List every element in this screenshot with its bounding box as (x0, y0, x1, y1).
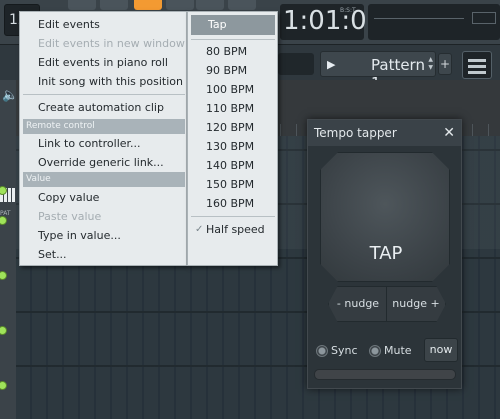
now-button[interactable]: now (424, 338, 458, 362)
playlist-icon-bar (468, 71, 486, 74)
menu-separator (191, 39, 275, 40)
submenu-item-130-bpm[interactable]: 130 BPM (206, 138, 254, 155)
nudge-up-button[interactable]: nudge + (386, 286, 446, 322)
menu-separator (191, 216, 275, 217)
nudge-down-button[interactable]: - nudge (328, 286, 388, 322)
tempo-progress-bar (314, 369, 456, 380)
submenu-item-120-bpm[interactable]: 120 BPM (206, 119, 254, 136)
track-indicator[interactable] (0, 271, 7, 280)
mute-toggle[interactable]: Mute (369, 344, 412, 358)
toolbar-button[interactable] (100, 0, 128, 10)
menu-section-value: Value (23, 172, 185, 187)
submenu-item-110-bpm[interactable]: 110 BPM (206, 100, 254, 117)
check-icon: ✓ (195, 224, 204, 235)
ruler-tick (472, 124, 473, 136)
menu-item-init-song[interactable]: Init song with this position (38, 73, 183, 90)
menu-item-edit-events[interactable]: Edit events (38, 16, 100, 33)
toolbar-button[interactable] (166, 0, 194, 10)
tap-label: TAP (369, 243, 403, 264)
menu-item-edit-events-piano-roll[interactable]: Edit events in piano roll (38, 54, 168, 71)
ruler-tick (280, 124, 281, 136)
track-indicator[interactable] (0, 216, 7, 225)
menu-item-set[interactable]: Set... (38, 246, 67, 263)
play-arrow-icon: ▶ (327, 58, 336, 71)
tempo-tapper-titlebar[interactable]: Tempo tapper ✕ (308, 120, 461, 146)
monitor-box (472, 12, 496, 24)
add-pattern-button[interactable]: + (438, 53, 452, 75)
menu-section-remote-control: Remote control (23, 119, 185, 134)
toolbar-button[interactable] (228, 0, 256, 10)
mute-label: Mute (384, 344, 412, 357)
menu-item-type-in-value[interactable]: Type in value... (38, 227, 121, 244)
menu-item-link-to-controller[interactable]: Link to controller... (38, 135, 141, 152)
close-icon[interactable]: ✕ (443, 123, 455, 143)
menu-item-override-generic-link[interactable]: Override generic link... (38, 154, 164, 171)
toolbar-button[interactable] (196, 0, 224, 10)
window-title: Tempo tapper (314, 126, 397, 140)
submenu-item-160-bpm[interactable]: 160 BPM (206, 195, 254, 212)
submenu-item-tap[interactable]: Tap (191, 15, 275, 35)
playlist-icon-bar (468, 65, 486, 68)
menu-item-paste-value: Paste value (38, 210, 102, 223)
time-format-label: B:S:T (340, 7, 356, 14)
sync-label: Sync (331, 344, 358, 357)
submenu-item-90-bpm[interactable]: 90 BPM (206, 62, 247, 79)
spin-arrows-icon[interactable]: ▲ ▼ (428, 56, 433, 72)
sync-toggle[interactable]: Sync (316, 344, 358, 358)
tempo-submenu: Tap 80 BPM 90 BPM 100 BPM 110 BPM 120 BP… (187, 11, 278, 266)
track-indicator[interactable] (0, 326, 7, 335)
pattern-selector[interactable]: ▶ Pattern 1 ▲▼ (320, 51, 436, 92)
submenu-item-100-bpm[interactable]: 100 BPM (206, 81, 254, 98)
menu-separator (23, 94, 185, 95)
context-menu: Edit events Edit events in new window Ed… (19, 11, 187, 266)
submenu-item-140-bpm[interactable]: 140 BPM (206, 157, 254, 174)
track-indicator[interactable] (0, 381, 7, 390)
tempo-tapper-window: Tempo tapper ✕ TAP - nudge nudge + Sync … (307, 119, 462, 389)
tap-button[interactable]: TAP (320, 152, 450, 282)
radio-icon (369, 345, 381, 357)
ruler-tick (296, 124, 297, 136)
toolbar-button[interactable] (68, 0, 96, 10)
song-time-display[interactable]: 1:01:00 B:S:T (280, 4, 383, 40)
menu-item-copy-value[interactable]: Copy value (38, 189, 99, 206)
snap-field[interactable] (278, 53, 314, 75)
submenu-item-150-bpm[interactable]: 150 BPM (206, 176, 254, 193)
cpu-monitor (368, 4, 500, 40)
record-button[interactable] (134, 0, 162, 10)
monitor-line (374, 18, 464, 19)
playlist-icon[interactable] (462, 51, 492, 79)
ruler-tick (488, 124, 489, 136)
submenu-item-half-speed[interactable]: Half speed (206, 221, 265, 238)
menu-item-edit-events-new-window: Edit events in new window (38, 37, 185, 50)
radio-icon (316, 345, 328, 357)
menu-item-create-automation-clip[interactable]: Create automation clip (38, 99, 164, 116)
playlist-icon-bar (468, 59, 486, 62)
track-sidebar: 🔈 PAT (0, 80, 18, 419)
submenu-item-80-bpm[interactable]: 80 BPM (206, 43, 247, 60)
